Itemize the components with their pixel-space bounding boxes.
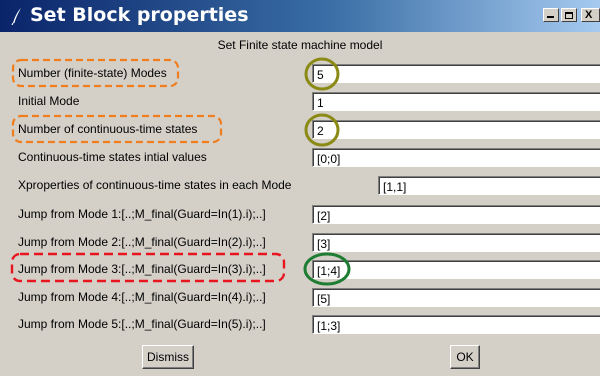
close-button[interactable]: X: [581, 8, 600, 22]
maximize-icon: [565, 11, 573, 19]
initial-values-input[interactable]: [312, 148, 600, 167]
jump-mode-4-input[interactable]: [312, 288, 600, 307]
dialog-subtitle: Set Finite state machine model: [217, 38, 383, 52]
maximize-button[interactable]: [561, 8, 577, 22]
title-bar[interactable]: Set Block properties X: [0, 0, 600, 32]
dismiss-button[interactable]: Dismiss: [142, 345, 194, 369]
xproperties-input[interactable]: [378, 176, 600, 195]
field-label-continuous-states: Number of continuous-time states: [18, 122, 198, 136]
jump-mode-3-input[interactable]: [312, 260, 600, 279]
field-label-modes: Number (finite-state) Modes: [18, 66, 167, 80]
minimize-button[interactable]: [543, 8, 559, 22]
minimize-icon: [547, 16, 554, 18]
field-label-jump-mode-3: Jump from Mode 3:[..;M_final(Guard=In(3)…: [18, 262, 266, 276]
set-block-properties-dialog: Set Block properties X Set Finite state …: [0, 0, 600, 376]
modes-input[interactable]: [312, 64, 600, 83]
jump-mode-1-input[interactable]: [312, 205, 600, 224]
field-label-jump-mode-5: Jump from Mode 5:[..;M_final(Guard=In(5)…: [18, 317, 266, 331]
field-label-jump-mode-1: Jump from Mode 1:[..;M_final(Guard=In(1)…: [18, 207, 266, 221]
ok-button[interactable]: OK: [450, 345, 480, 369]
field-label-jump-mode-4: Jump from Mode 4:[..;M_final(Guard=In(4)…: [18, 290, 266, 304]
feather-quill-icon: [8, 7, 26, 26]
field-label-jump-mode-2: Jump from Mode 2:[..;M_final(Guard=In(2)…: [18, 235, 266, 249]
continuous-states-input[interactable]: [312, 120, 600, 139]
field-label-initial-mode: Initial Mode: [18, 94, 80, 108]
field-label-initial-values: Continuous-time states intial values: [18, 150, 207, 164]
field-label-xproperties: Xproperties of continuous-time states in…: [18, 178, 292, 192]
window-title: Set Block properties: [30, 4, 249, 26]
close-icon: X: [585, 8, 593, 21]
jump-mode-5-input[interactable]: [312, 315, 600, 334]
initial-mode-input[interactable]: [312, 92, 600, 111]
jump-mode-2-input[interactable]: [312, 233, 600, 252]
